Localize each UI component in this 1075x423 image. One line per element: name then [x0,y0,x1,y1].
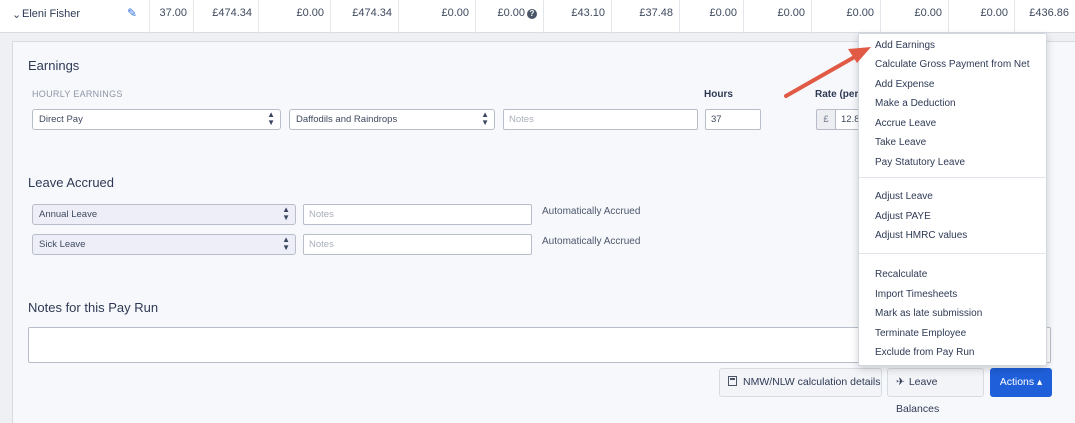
chevron-down-icon[interactable]: ⌄ [12,8,21,21]
value-cell: £0.00 [949,0,1015,33]
value-cell: £474.34 [194,0,259,33]
leave-type-select[interactable]: Sick Leave ▲ ▼ [32,234,296,255]
select-arrows-icon: ▲ ▼ [267,110,275,127]
value-cell: £436.86 [1029,7,1069,19]
menu-item-take-leave[interactable]: Take Leave [875,137,926,148]
currency-prefix: £ [816,109,836,130]
value-cell: £0.00? [476,0,544,33]
leave-type-select[interactable]: Annual Leave ▲ ▼ [32,204,296,225]
menu-item-accrue-leave[interactable]: Accrue Leave [875,118,936,129]
menu-item-import-timesheets[interactable]: Import Timesheets [875,289,957,300]
plane-icon: ✈ [896,376,905,388]
leave-status: Automatically Accrued [542,206,641,217]
nmw-button-label: NMW/NLW calculation details [743,376,881,388]
menu-item-make-deduction[interactable]: Make a Deduction [875,98,956,109]
value-cell: £0.00 [744,0,812,33]
rate-label: Rate (per [815,89,859,100]
actions-menu: Add Earnings Calculate Gross Payment fro… [858,33,1047,366]
leave-status: Automatically Accrued [542,236,641,247]
project-select[interactable]: Daffodils and Raindrops ▲ ▼ [289,109,495,130]
pencil-icon[interactable]: ✎ [127,6,137,20]
project-value: Daffodils and Raindrops [296,114,398,125]
employee-name-cell: ⌄ Eleni Fisher ✎ [0,0,150,33]
menu-item-exclude-from-pay-run[interactable]: Exclude from Pay Run [875,347,975,358]
pay-run-notes-title: Notes for this Pay Run [28,300,159,315]
value-cell: £0.00 [259,0,331,33]
select-arrows-icon: ▲ ▼ [282,235,290,252]
value-cell: £0.00 [680,0,744,33]
value-cell: £43.10 [544,0,612,33]
hours-label: Hours [704,89,733,100]
employee-row: ⌄ Eleni Fisher ✎ 37.00 £474.34 £0.00 £47… [0,0,1075,33]
menu-item-add-expense[interactable]: Add Expense [875,79,935,90]
leave-balances-button[interactable]: ✈ Leave Balances [887,368,984,415]
hourly-earnings-label: HOURLY EARNINGS [32,89,123,99]
question-icon[interactable]: ? [527,9,537,19]
calculator-icon [728,376,737,386]
menu-item-late-submission[interactable]: Mark as late submission [875,308,982,319]
menu-divider [859,177,1047,178]
select-arrows-icon: ▲ ▼ [282,205,290,222]
leave-type-value: Sick Leave [39,239,86,250]
value-cell: 37.00 [150,0,194,33]
earnings-title: Earnings [28,58,80,73]
menu-item-adjust-hmrc[interactable]: Adjust HMRC values [875,230,967,241]
employee-name[interactable]: Eleni Fisher [22,8,80,20]
menu-item-pay-statutory-leave[interactable]: Pay Statutory Leave [875,157,965,168]
menu-item-recalculate[interactable]: Recalculate [875,269,927,280]
earnings-notes-input[interactable]: Notes [503,109,698,130]
pay-run-screen: ⌄ Eleni Fisher ✎ 37.00 £474.34 £0.00 £47… [0,0,1075,423]
value-cell: £0.00 [399,0,476,33]
hours-input[interactable]: 37 [705,109,761,130]
value-cell: £474.34 [331,0,399,33]
menu-divider [859,253,1047,254]
leave-accrued-title: Leave Accrued [28,175,115,190]
select-arrows-icon: ▲ ▼ [481,110,489,127]
value-cell: £0.00 [881,0,949,33]
menu-item-add-earnings[interactable]: Add Earnings [875,40,935,51]
earnings-type-value: Direct Pay [39,114,83,125]
menu-item-adjust-paye[interactable]: Adjust PAYE [875,211,931,222]
leave-type-value: Annual Leave [39,209,98,220]
value-cell: £37.48 [612,0,680,33]
menu-item-adjust-leave[interactable]: Adjust Leave [875,191,933,202]
nmw-calculation-button[interactable]: NMW/NLW calculation details [719,368,882,397]
leave-notes-input[interactable]: Notes [303,234,532,255]
actions-button[interactable]: Actions ▴ [990,368,1052,397]
leave-notes-input[interactable]: Notes [303,204,532,225]
value-cell: £0.00 [812,0,881,33]
menu-item-calculate-gross[interactable]: Calculate Gross Payment from Net [875,59,1030,70]
value-cell-text: £0.00 [497,7,525,19]
menu-item-terminate-employee[interactable]: Terminate Employee [875,328,966,339]
earnings-type-select[interactable]: Direct Pay ▲ ▼ [32,109,281,130]
